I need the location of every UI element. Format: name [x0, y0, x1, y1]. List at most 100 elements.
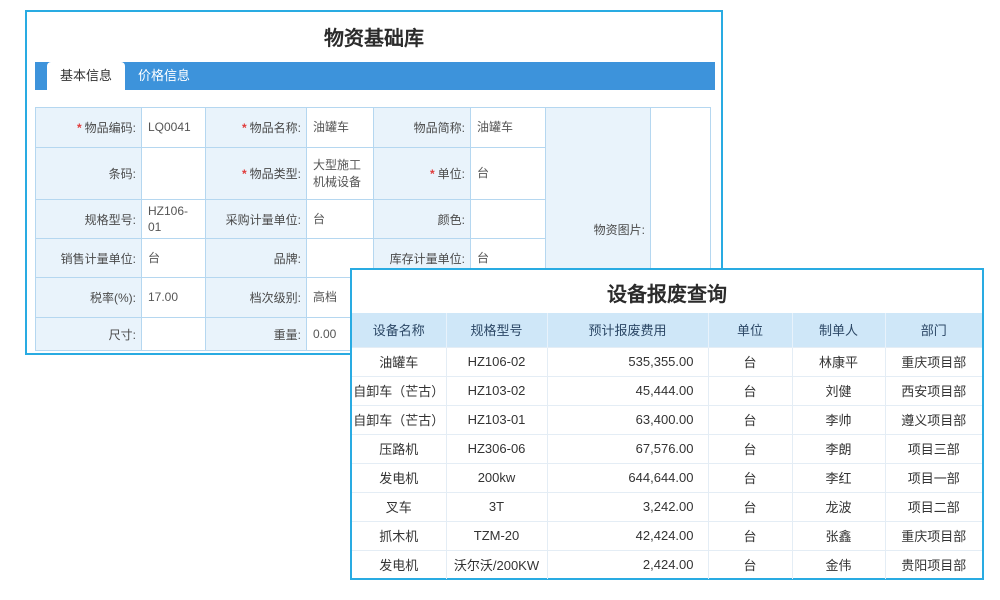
scrap-cost-cell: 2,424.00: [547, 550, 708, 579]
form-label-cell: 重量: [206, 318, 307, 351]
form-value-cell: 大型施工机械设备: [307, 148, 374, 200]
creator-cell[interactable]: 刘健: [792, 376, 885, 405]
form-label-cell: *物品类型: [206, 148, 307, 200]
required-asterisk: *: [242, 167, 247, 181]
form-value-cell: [142, 318, 206, 351]
spec-model-cell: 沃尔沃/200KW: [446, 550, 547, 579]
table-row: 发电机200kw644,644.00台李红项目一部: [352, 463, 982, 492]
form-label-cell: 品牌: [206, 239, 307, 278]
scrap-cost-cell: 644,644.00: [547, 463, 708, 492]
department-cell: 重庆项目部: [885, 347, 982, 376]
department-cell: 项目三部: [885, 434, 982, 463]
form-label-text: 物品名称: [250, 121, 301, 135]
form-value-cell: 台: [471, 148, 546, 200]
material-image-label-text: 物资图片: [594, 223, 645, 237]
column-header: 制单人: [792, 313, 885, 347]
form-label-cell: *物品编码: [36, 108, 142, 148]
tab-price-info[interactable]: 价格信息: [125, 62, 203, 90]
form-label-cell: 销售计量单位: [36, 239, 142, 278]
material-panel-title: 物资基础库: [27, 22, 721, 51]
device-name-cell[interactable]: 发电机: [352, 550, 446, 579]
scrap-cost-cell: 63,400.00: [547, 405, 708, 434]
form-value-cell: 油罐车: [307, 108, 374, 148]
required-asterisk: *: [242, 121, 247, 135]
scrap-panel-title: 设备报废查询: [352, 278, 982, 307]
spec-model-cell: HZ306-06: [446, 434, 547, 463]
unit-cell: 台: [708, 463, 792, 492]
department-cell: 重庆项目部: [885, 521, 982, 550]
form-label-text: 颜色: [438, 213, 465, 227]
unit-cell: 台: [708, 550, 792, 579]
department-cell: 贵阳项目部: [885, 550, 982, 579]
scrap-query-panel: 设备报废查询 设备名称规格型号预计报废费用单位制单人部门 油罐车HZ106-02…: [350, 268, 984, 580]
table-row: 自卸车（芒古）HZ103-0163,400.00台李帅遵义项目部: [352, 405, 982, 434]
form-label-text: 库存计量单位: [390, 252, 465, 266]
form-label-cell: 物品简称: [374, 108, 471, 148]
scrap-table-body: 油罐车HZ106-02535,355.00台林康平重庆项目部自卸车（芒古）HZ1…: [352, 347, 982, 579]
table-row: 压路机HZ306-0667,576.00台李朗项目三部: [352, 434, 982, 463]
form-label-text: 重量: [274, 328, 301, 342]
column-header: 预计报废费用: [547, 313, 708, 347]
form-value-cell: LQ0041: [142, 108, 206, 148]
column-header: 单位: [708, 313, 792, 347]
form-value-cell: [471, 200, 546, 239]
form-label-text: 规格型号: [85, 213, 136, 227]
device-name-cell[interactable]: 发电机: [352, 463, 446, 492]
spec-model-cell: HZ103-01: [446, 405, 547, 434]
scrap-cost-cell: 42,424.00: [547, 521, 708, 550]
spec-model-cell: HZ106-02: [446, 347, 547, 376]
form-label-cell: 规格型号: [36, 200, 142, 239]
table-row: 自卸车（芒古）HZ103-0245,444.00台刘健西安项目部: [352, 376, 982, 405]
column-header: 规格型号: [446, 313, 547, 347]
page: 物资基础库 基本信息 价格信息 *物品编码LQ0041*物品名称油罐车物品简称油…: [0, 0, 1000, 600]
form-label-cell: 颜色: [374, 200, 471, 239]
spec-model-cell: 200kw: [446, 463, 547, 492]
form-label-text: 品牌: [274, 252, 301, 266]
form-label-cell: 税率(%): [36, 278, 142, 318]
form-label-cell: *单位: [374, 148, 471, 200]
device-name-cell[interactable]: 自卸车（芒古）: [352, 405, 446, 434]
device-name-cell[interactable]: 油罐车: [352, 347, 446, 376]
creator-cell[interactable]: 龙波: [792, 492, 885, 521]
form-value-cell: 油罐车: [471, 108, 546, 148]
table-row: 叉车3T3,242.00台龙波项目二部: [352, 492, 982, 521]
table-row: 发电机沃尔沃/200KW2,424.00台金伟贵阳项目部: [352, 550, 982, 579]
creator-cell[interactable]: 张鑫: [792, 521, 885, 550]
spec-model-cell: 3T: [446, 492, 547, 521]
creator-cell[interactable]: 金伟: [792, 550, 885, 579]
department-cell: 遵义项目部: [885, 405, 982, 434]
unit-cell: 台: [708, 376, 792, 405]
tab-basic-info[interactable]: 基本信息: [47, 62, 125, 90]
form-label-cell: 条码: [36, 148, 142, 200]
table-row: 油罐车HZ106-02535,355.00台林康平重庆项目部: [352, 347, 982, 376]
spec-model-cell: TZM-20: [446, 521, 547, 550]
form-label-text: 物品简称: [414, 121, 465, 135]
device-name-cell[interactable]: 抓木机: [352, 521, 446, 550]
form-label-text: 税率(%): [90, 291, 136, 305]
form-label-text: 尺寸: [109, 328, 136, 342]
form-label-cell: 尺寸: [36, 318, 142, 351]
department-cell: 项目一部: [885, 463, 982, 492]
creator-cell[interactable]: 李朗: [792, 434, 885, 463]
form-value-cell: 台: [142, 239, 206, 278]
column-header: 设备名称: [352, 313, 446, 347]
required-asterisk: *: [430, 167, 435, 181]
material-tabbar: 基本信息 价格信息: [35, 62, 715, 90]
department-cell: 西安项目部: [885, 376, 982, 405]
creator-cell[interactable]: 李红: [792, 463, 885, 492]
device-name-cell[interactable]: 叉车: [352, 492, 446, 521]
creator-cell[interactable]: 李帅: [792, 405, 885, 434]
unit-cell: 台: [708, 492, 792, 521]
spec-model-cell: HZ103-02: [446, 376, 547, 405]
creator-cell[interactable]: 林康平: [792, 347, 885, 376]
form-value-cell: HZ106-01: [142, 200, 206, 239]
form-row: *物品编码LQ0041*物品名称油罐车物品简称油罐车物资图片: [36, 108, 711, 148]
device-name-cell[interactable]: 压路机: [352, 434, 446, 463]
unit-cell: 台: [708, 405, 792, 434]
scrap-table: 设备名称规格型号预计报废费用单位制单人部门 油罐车HZ106-02535,355…: [352, 313, 982, 579]
form-label-text: 采购计量单位: [226, 213, 301, 227]
form-label-text: 档次级别: [250, 291, 301, 305]
form-value-cell: 17.00: [142, 278, 206, 318]
device-name-cell[interactable]: 自卸车（芒古）: [352, 376, 446, 405]
scrap-cost-cell: 45,444.00: [547, 376, 708, 405]
